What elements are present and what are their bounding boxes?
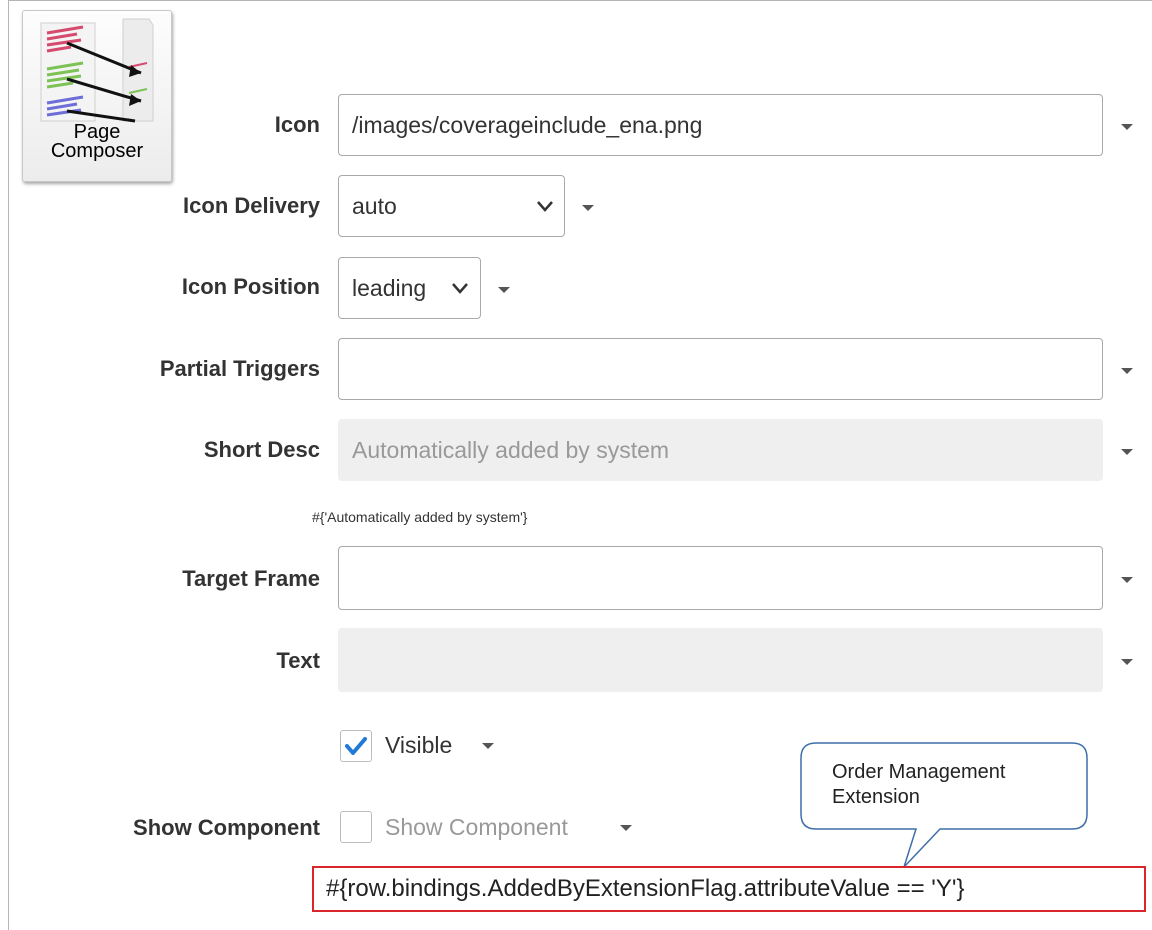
icon-label: Icon: [274, 112, 320, 137]
partial-triggers-input[interactable]: [338, 338, 1103, 400]
short-desc-dropdown-icon[interactable]: [1121, 449, 1133, 455]
icon-position-value: leading: [352, 274, 427, 301]
page-composer-label: Page Composer: [50, 121, 144, 162]
short-desc-expression: #{'Automatically added by system'}: [312, 509, 528, 525]
page-composer-icon: [40, 18, 154, 123]
visible-label: Visible: [385, 732, 453, 758]
show-component-expression: #{row.bindings.AddedByExtensionFlag.attr…: [312, 866, 1146, 912]
callout-text: Order Management Extension: [832, 761, 1006, 808]
show-component-dropdown-icon[interactable]: [620, 825, 632, 831]
target-frame-input[interactable]: [338, 546, 1103, 610]
visible-checkbox[interactable]: [340, 730, 372, 762]
show-component-checkbox-label: Show Component: [385, 814, 568, 840]
chevron-down-icon: [537, 201, 553, 212]
short-desc-label: Short Desc: [203, 437, 320, 462]
chevron-down-icon: [452, 283, 468, 294]
page-composer-badge: Page Composer: [22, 10, 172, 182]
text-dropdown-icon[interactable]: [1121, 659, 1133, 665]
target-frame-label: Target Frame: [182, 566, 320, 591]
icon-position-dropdown-icon[interactable]: [498, 287, 510, 293]
target-frame-dropdown-icon[interactable]: [1121, 577, 1133, 583]
icon-delivery-dropdown-icon[interactable]: [582, 205, 594, 211]
icon-delivery-value: auto: [352, 192, 397, 219]
checkmark-icon: [345, 737, 367, 755]
icon-input[interactable]: /images/coverageinclude_ena.png: [338, 94, 1103, 156]
show-component-checkbox[interactable]: [340, 811, 372, 843]
partial-triggers-dropdown-icon[interactable]: [1121, 368, 1133, 374]
icon-delivery-select[interactable]: auto: [338, 175, 565, 237]
short-desc-input[interactable]: Automatically added by system: [338, 419, 1103, 481]
text-input[interactable]: [338, 628, 1103, 692]
partial-triggers-label: Partial Triggers: [159, 356, 320, 381]
text-label: Text: [276, 648, 320, 673]
show-component-label: Show Component: [133, 815, 320, 840]
visible-dropdown-icon[interactable]: [482, 743, 494, 749]
icon-position-label: Icon Position: [181, 274, 320, 299]
icon-delivery-label: Icon Delivery: [183, 193, 320, 218]
icon-position-select[interactable]: leading: [338, 257, 481, 319]
icon-dropdown-icon[interactable]: [1121, 124, 1133, 130]
